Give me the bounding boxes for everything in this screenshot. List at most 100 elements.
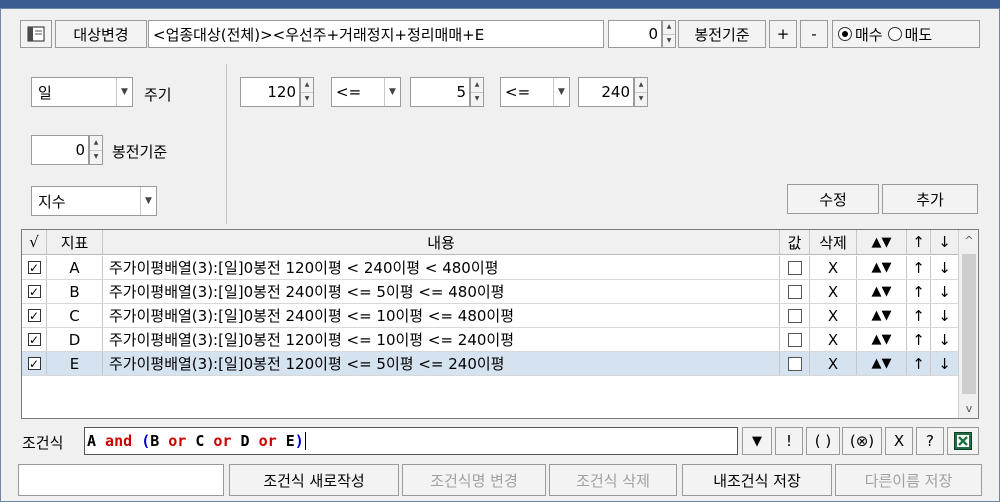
table-row[interactable]: ✓ B 주가이평배열(3):[일]0봉전 240이평 <= 5이평 <= 480이평…: [22, 280, 958, 304]
spin-up-icon[interactable]: ▲: [471, 78, 483, 92]
row-delete-button[interactable]: X: [810, 352, 857, 375]
param3-input[interactable]: 240: [578, 77, 634, 107]
expression-dropdown-button[interactable]: ▼: [742, 427, 772, 455]
row-value-cell[interactable]: [780, 304, 810, 327]
scroll-up-icon[interactable]: ^: [959, 230, 979, 250]
period-dropdown-arrow-icon[interactable]: ▼: [116, 78, 132, 106]
row-check-cell[interactable]: ✓: [22, 328, 47, 351]
row-move-up-button[interactable]: ↑: [907, 328, 931, 351]
row-value-checkbox[interactable]: [787, 284, 802, 299]
indicator-type-select[interactable]: 지수: [31, 186, 157, 216]
row-check-cell[interactable]: ✓: [22, 304, 47, 327]
plus-button[interactable]: +: [769, 20, 797, 48]
not-button[interactable]: !: [775, 427, 803, 455]
excel-export-button[interactable]: [947, 427, 979, 455]
row-check-cell[interactable]: ✓: [22, 256, 47, 279]
condition-name-input[interactable]: [18, 464, 224, 496]
param1-spinner[interactable]: ▲ ▼: [300, 77, 314, 107]
row-delete-button[interactable]: X: [810, 304, 857, 327]
row-value-checkbox[interactable]: [787, 308, 802, 323]
row-move-updown-button[interactable]: ▲▼: [857, 256, 907, 279]
sell-label[interactable]: 매도: [905, 24, 933, 45]
param2-spinner[interactable]: ▲ ▼: [470, 77, 484, 107]
base-offset-spinner[interactable]: ▲ ▼: [89, 135, 103, 165]
row-move-up-button[interactable]: ↑: [907, 352, 931, 375]
row-delete-button[interactable]: X: [810, 256, 857, 279]
base-offset-input[interactable]: 0: [31, 135, 89, 165]
spin-up-icon[interactable]: ▲: [301, 78, 313, 92]
xor-button[interactable]: (⊗): [842, 427, 882, 455]
save-as-button[interactable]: 다른이름 저장: [835, 464, 982, 496]
target-description-field[interactable]: <업종대상(전체)><우선주+거래정지+정리매매+E: [148, 20, 604, 48]
row-checkbox[interactable]: ✓: [27, 357, 41, 370]
row-move-up-button[interactable]: ↑: [907, 280, 931, 303]
table-row[interactable]: ✓ C 주가이평배열(3):[일]0봉전 240이평 <= 10이평 <= 480이…: [22, 304, 958, 328]
table-row[interactable]: ✓ A 주가이평배열(3):[일]0봉전 120이평 < 240이평 < 480이평…: [22, 256, 958, 280]
spin-down-icon[interactable]: ▼: [663, 33, 675, 48]
panel-toggle-button[interactable]: [20, 20, 52, 48]
edit-button[interactable]: 수정: [787, 184, 879, 214]
add-button[interactable]: 추가: [882, 184, 978, 214]
spin-down-icon[interactable]: ▼: [471, 91, 483, 107]
scroll-down-icon[interactable]: v: [959, 398, 979, 418]
row-content[interactable]: 주가이평배열(3):[일]0봉전 120이평 <= 5이평 <= 240이평: [103, 352, 780, 375]
buy-label[interactable]: 매수: [855, 24, 883, 45]
row-move-updown-button[interactable]: ▲▼: [857, 304, 907, 327]
row-move-down-button[interactable]: ↓: [931, 328, 958, 351]
minus-button[interactable]: -: [800, 20, 828, 48]
save-condition-button[interactable]: 내조건식 저장: [682, 464, 832, 496]
row-move-down-button[interactable]: ↓: [931, 280, 958, 303]
row-delete-button[interactable]: X: [810, 280, 857, 303]
paren-button[interactable]: ( ): [806, 427, 840, 455]
candle-offset-spinner[interactable]: ▲ ▼: [662, 20, 676, 48]
row-value-cell[interactable]: [780, 256, 810, 279]
table-row[interactable]: ✓ D 주가이평배열(3):[일]0봉전 120이평 <= 10이평 <= 240이…: [22, 328, 958, 352]
row-delete-button[interactable]: X: [810, 328, 857, 351]
new-condition-button[interactable]: 조건식 새로작성: [229, 464, 399, 496]
row-move-down-button[interactable]: ↓: [931, 304, 958, 327]
buy-radio-icon[interactable]: [837, 26, 853, 42]
sell-radio-icon[interactable]: [887, 26, 903, 42]
row-value-cell[interactable]: [780, 328, 810, 351]
spin-up-icon[interactable]: ▲: [90, 136, 102, 150]
clear-expression-button[interactable]: X: [885, 427, 913, 455]
row-value-checkbox[interactable]: [787, 356, 802, 371]
scroll-thumb[interactable]: [962, 254, 976, 394]
row-content[interactable]: 주가이평배열(3):[일]0봉전 240이평 <= 10이평 <= 480이평: [103, 304, 780, 327]
param3-spinner[interactable]: ▲ ▼: [634, 77, 648, 107]
expression-input[interactable]: A and (B or C or D or E): [84, 427, 738, 455]
row-move-updown-button[interactable]: ▲▼: [857, 280, 907, 303]
spin-up-icon[interactable]: ▲: [663, 21, 675, 34]
spin-up-icon[interactable]: ▲: [635, 78, 647, 92]
indicator-type-dropdown-arrow-icon[interactable]: ▼: [140, 187, 156, 215]
rename-condition-button[interactable]: 조건식명 변경: [402, 464, 546, 496]
spin-down-icon[interactable]: ▼: [635, 91, 647, 107]
row-move-up-button[interactable]: ↑: [907, 256, 931, 279]
row-value-cell[interactable]: [780, 280, 810, 303]
row-checkbox[interactable]: ✓: [27, 261, 41, 274]
table-row[interactable]: ✓ E 주가이평배열(3):[일]0봉전 120이평 <= 5이평 <= 240이평…: [22, 352, 958, 376]
op2-dropdown-arrow-icon[interactable]: ▼: [553, 78, 569, 106]
row-move-down-button[interactable]: ↓: [931, 256, 958, 279]
row-check-cell[interactable]: ✓: [22, 352, 47, 375]
row-check-cell[interactable]: ✓: [22, 280, 47, 303]
row-move-down-button[interactable]: ↓: [931, 352, 958, 375]
spin-down-icon[interactable]: ▼: [90, 149, 102, 165]
row-content[interactable]: 주가이평배열(3):[일]0봉전 120이평 <= 10이평 <= 240이평: [103, 328, 780, 351]
target-change-button[interactable]: 대상변경: [55, 20, 147, 48]
row-checkbox[interactable]: ✓: [27, 309, 41, 322]
param2-input[interactable]: 5: [410, 77, 470, 107]
spin-down-icon[interactable]: ▼: [301, 91, 313, 107]
row-content[interactable]: 주가이평배열(3):[일]0봉전 240이평 <= 5이평 <= 480이평: [103, 280, 780, 303]
grid-vertical-scrollbar[interactable]: ^ v: [958, 230, 978, 418]
row-move-updown-button[interactable]: ▲▼: [857, 352, 907, 375]
param1-input[interactable]: 120: [240, 77, 300, 107]
row-value-checkbox[interactable]: [787, 332, 802, 347]
row-value-cell[interactable]: [780, 352, 810, 375]
row-checkbox[interactable]: ✓: [27, 333, 41, 346]
op1-dropdown-arrow-icon[interactable]: ▼: [384, 78, 400, 106]
help-button[interactable]: ?: [916, 427, 944, 455]
delete-condition-button[interactable]: 조건식 삭제: [549, 464, 677, 496]
candle-offset-input[interactable]: 0: [608, 20, 662, 48]
row-content[interactable]: 주가이평배열(3):[일]0봉전 120이평 < 240이평 < 480이평: [103, 256, 780, 279]
